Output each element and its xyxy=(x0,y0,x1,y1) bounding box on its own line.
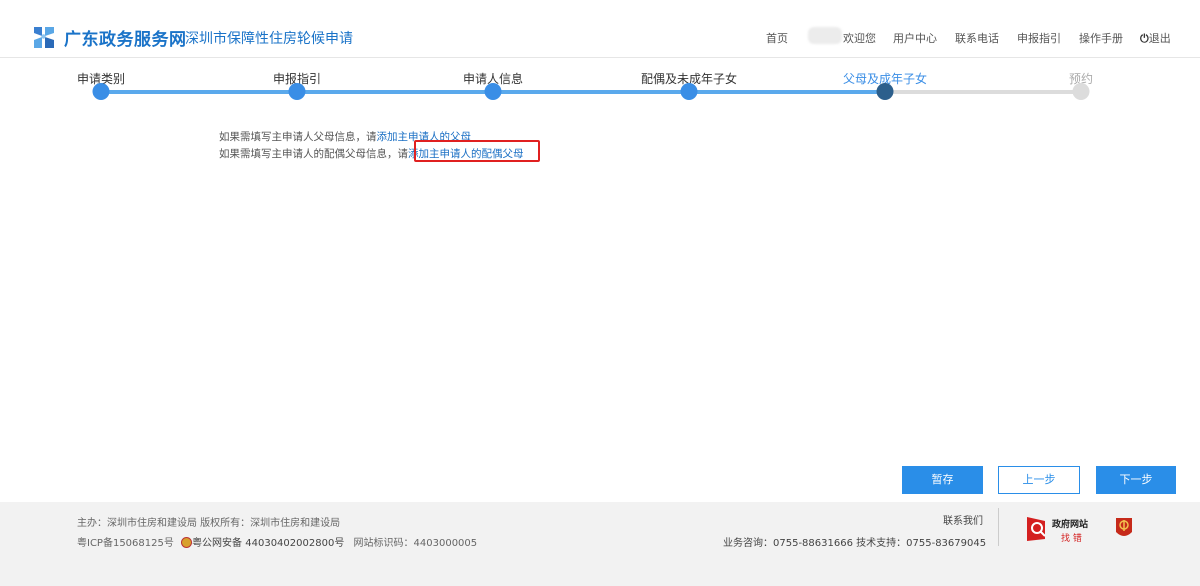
step-dot-applicant xyxy=(484,83,502,100)
header: 广东政务服务网 深圳市保障性住房轮候申请 首页 欢迎您 用户中心 联系电话 申报… xyxy=(0,12,1200,58)
power-icon: ⏻ xyxy=(1140,32,1149,45)
gov-site-error-badge[interactable]: 政府网站 找 错 xyxy=(1027,516,1103,544)
highlight-box xyxy=(414,140,540,162)
nav-manual[interactable]: 操作手册 xyxy=(1079,30,1123,46)
icp-link[interactable]: 粤ICP备15068125号 xyxy=(77,538,174,549)
site-name[interactable]: 广东政务服务网 xyxy=(64,25,187,50)
user-name-masked xyxy=(808,27,842,44)
footer-host: 主办：深圳市住房和建设局 版权所有：深圳市住房和建设局 xyxy=(77,518,341,529)
site-code: 网站标识码：4403000005 xyxy=(353,538,478,549)
step-dot-category xyxy=(92,83,110,100)
gov-badge-line2: 找 错 xyxy=(1061,534,1082,544)
step-dot-parents-adult-children xyxy=(876,83,894,100)
step-dot-spouse-children xyxy=(680,83,698,100)
nav-home[interactable]: 首页 xyxy=(766,30,788,46)
info-text-spouse-parents: 如果需填写主申请人的配偶父母信息，请 xyxy=(219,148,408,160)
nav-contact-phone[interactable]: 联系电话 xyxy=(955,30,999,46)
magnifier-icon xyxy=(1027,517,1046,541)
logout-link[interactable]: ⏻退出 xyxy=(1140,30,1171,46)
footer-hotline: 业务咨询：0755-88631666 技术支持：0755-83679045 xyxy=(723,538,987,549)
logout-label: 退出 xyxy=(1148,32,1171,45)
next-step-button[interactable]: 下一步 xyxy=(1096,466,1176,494)
footer-icp-line: 粤ICP备15068125号 粤公网安备 44030402002800号 网站标… xyxy=(77,534,477,549)
step-dot-appointment xyxy=(1072,83,1090,100)
info-text-parents: 如果需填写主申请人父母信息，请 xyxy=(219,131,377,143)
welcome-text: 欢迎您 xyxy=(843,32,876,45)
gov-badge-line1: 政府网站 xyxy=(1052,520,1089,530)
nav-user-center[interactable]: 用户中心 xyxy=(893,30,937,46)
party-emblem-icon[interactable] xyxy=(1114,516,1134,540)
gd-logo-icon xyxy=(34,27,54,48)
progress-track-todo xyxy=(885,90,1081,94)
step-progress: 申请类别 申报指引 申请人信息 配偶及未成年子女 父母及成年子女 预约 xyxy=(0,60,1200,110)
page: 广东政务服务网 深圳市保障性住房轮候申请 首页 欢迎您 用户中心 联系电话 申报… xyxy=(0,0,1200,586)
nav-guide[interactable]: 申报指引 xyxy=(1017,30,1061,46)
footer: 主办：深圳市住房和建设局 版权所有：深圳市住房和建设局 粤ICP备1506812… xyxy=(0,502,1200,586)
step-dot-guide xyxy=(288,83,306,100)
contact-us-link[interactable]: 联系我们 xyxy=(943,512,983,527)
prev-step-button[interactable]: 上一步 xyxy=(998,466,1080,494)
save-draft-button[interactable]: 暂存 xyxy=(902,466,983,494)
footer-divider xyxy=(998,508,999,546)
site-subtitle: 深圳市保障性住房轮候申请 xyxy=(185,31,353,47)
police-record-link[interactable]: 粤公网安备 44030402002800号 xyxy=(192,538,344,549)
police-badge-icon xyxy=(181,537,193,548)
